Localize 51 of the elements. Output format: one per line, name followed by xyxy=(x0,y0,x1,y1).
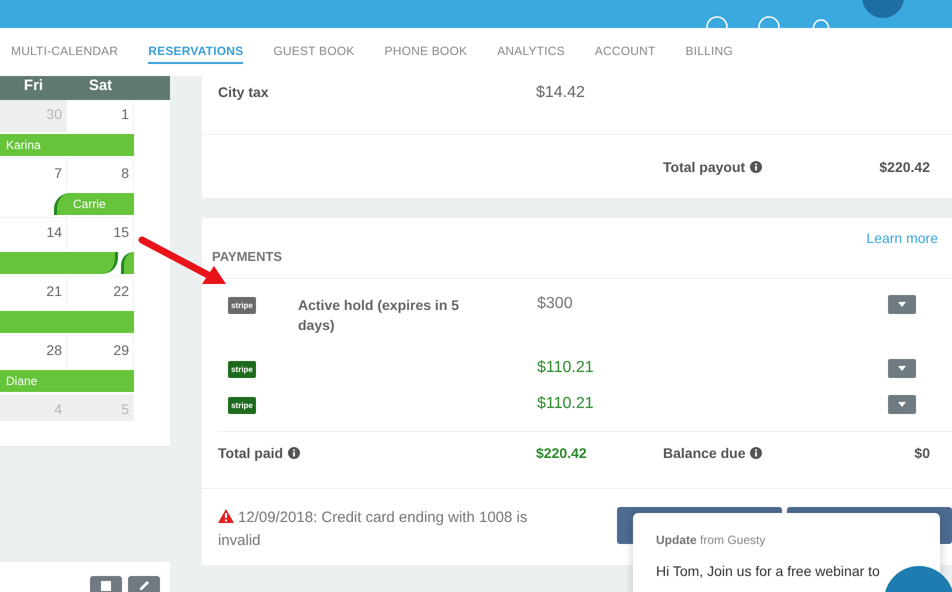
dropdown-button[interactable] xyxy=(888,395,916,414)
nav-tab[interactable]: BILLING xyxy=(686,40,733,64)
payment-amount: $110.21 xyxy=(537,395,595,413)
payment-amount: $110.21 xyxy=(537,359,595,377)
warning-icon xyxy=(218,509,234,523)
learn-more-link[interactable]: Learn more xyxy=(866,230,938,246)
payment-logo: stripe xyxy=(228,397,256,414)
dropdown-button[interactable] xyxy=(888,359,916,378)
payment-logo: stripe xyxy=(228,297,256,314)
day-name: Fri xyxy=(22,76,44,96)
dropdown-button[interactable] xyxy=(888,295,916,314)
popup-title: Update from Guesty xyxy=(656,533,766,547)
booking-bar[interactable]: Diane xyxy=(0,370,134,392)
edit-button[interactable] xyxy=(128,576,160,592)
info-icon xyxy=(750,160,762,172)
total-paid-value: $220.42 xyxy=(536,445,588,461)
calendar-day[interactable]: 4 xyxy=(0,395,67,421)
calendar-button[interactable] xyxy=(90,576,122,592)
info-icon xyxy=(750,447,762,459)
booking-bar[interactable]: Carrie xyxy=(54,193,134,215)
nav-tab[interactable]: MULTI-CALENDAR xyxy=(11,40,118,64)
nav-tab[interactable]: GUEST BOOK xyxy=(273,40,354,64)
calendar-day[interactable]: 5 xyxy=(67,395,134,421)
booking-bar[interactable] xyxy=(0,252,118,274)
balance-due-label: Balance due xyxy=(663,445,746,461)
payment-description: Active hold (expires in 5 days) xyxy=(298,296,460,335)
caret-icon xyxy=(898,366,906,371)
pencil-icon xyxy=(138,579,150,592)
popup-message: Hi Tom, Join us for a free webinar to xyxy=(656,563,881,579)
caret-icon xyxy=(898,402,906,407)
info-icon xyxy=(288,447,300,459)
total-paid-label: Total paid xyxy=(218,445,284,461)
nav-tab[interactable]: RESERVATIONS xyxy=(148,40,244,64)
calendar-icon xyxy=(100,579,112,591)
nav-tab[interactable]: ACCOUNT xyxy=(594,40,656,64)
nav-tab[interactable]: PHONE BOOK xyxy=(384,40,468,64)
alert-message: 12/09/2018: Credit card ending with 1008 is invalid xyxy=(218,508,528,551)
day-name: Sat xyxy=(88,76,114,96)
total-payout-value: $220.42 xyxy=(878,158,931,174)
fee-amount: $14.42 xyxy=(536,84,586,102)
booking-bar[interactable] xyxy=(121,252,134,274)
section-title: PAYMENTS xyxy=(212,249,282,264)
balance-due-value: $0 xyxy=(913,445,931,461)
nav-tab[interactable]: ANALYTICS xyxy=(497,40,565,64)
payment-logo: stripe xyxy=(228,361,256,378)
calendar-day[interactable]: 30 xyxy=(0,100,67,132)
booking-bar[interactable]: Karina xyxy=(0,134,134,156)
total-payout-label: Total payout xyxy=(663,158,746,174)
caret-icon xyxy=(898,302,906,307)
fee-label: City tax xyxy=(218,84,270,100)
payment-amount: $300 xyxy=(537,295,574,313)
